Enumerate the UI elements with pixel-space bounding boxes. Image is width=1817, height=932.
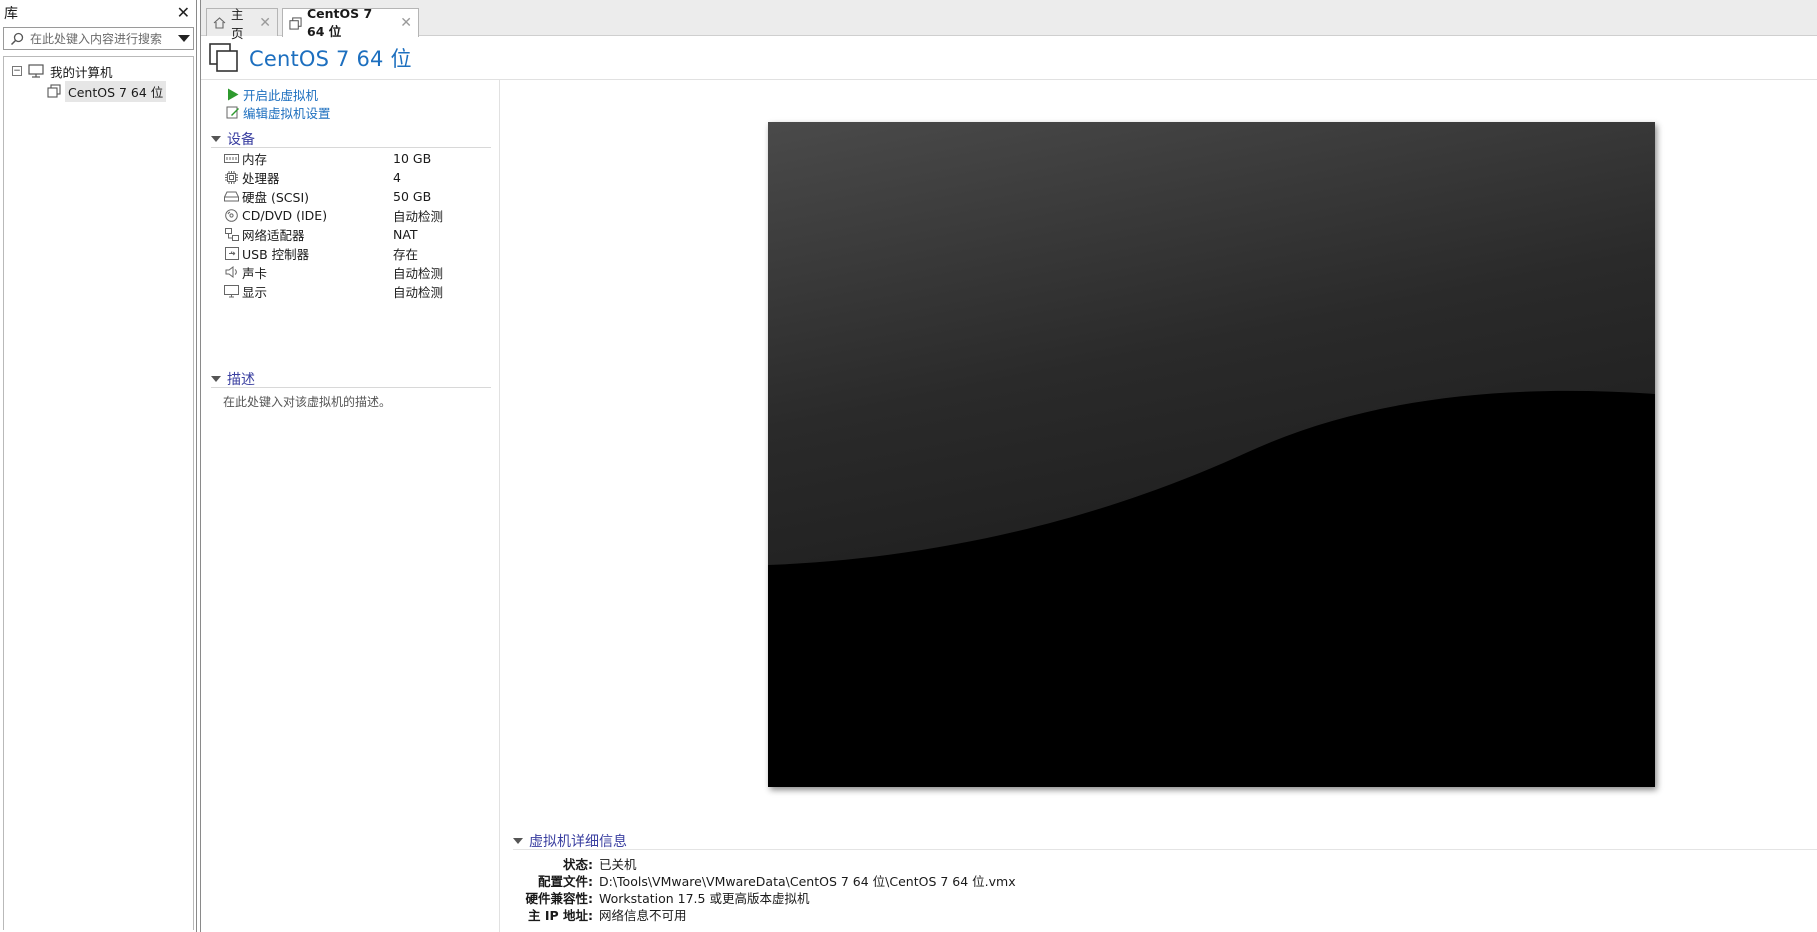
main-area: 主页 ✕ CentOS 7 64 位 ✕ CentOS 7 64 位 开启此虚拟…: [200, 0, 1817, 932]
vm-details-header[interactable]: 虚拟机详细信息: [513, 832, 1817, 850]
device-value: 存在: [393, 246, 419, 262]
library-close-icon[interactable]: ✕: [177, 4, 190, 21]
edit-settings-link[interactable]: 编辑虚拟机设置: [225, 103, 331, 121]
home-icon: [213, 16, 226, 29]
device-name: 硬盘 (SCSI): [242, 189, 310, 205]
library-header: 库 ✕: [0, 0, 196, 25]
power-on-label: 开启此虚拟机: [243, 87, 319, 103]
library-search-input[interactable]: [30, 31, 180, 46]
vm-header: CentOS 7 64 位: [209, 40, 412, 76]
tab-label: 主页: [231, 6, 244, 41]
device-value: NAT: [393, 226, 418, 242]
device-name: 声卡: [242, 265, 268, 281]
description-section-header[interactable]: 描述: [211, 370, 491, 388]
device-name: 显示: [242, 284, 268, 300]
preview-graphic: [768, 122, 1655, 787]
search-dropdown-icon[interactable]: [178, 35, 190, 42]
display-icon: [223, 284, 240, 298]
page-title: CentOS 7 64 位: [249, 47, 412, 71]
device-row-display[interactable]: 显示 自动检测: [223, 281, 483, 301]
edit-settings-icon: [225, 105, 241, 119]
device-value: 50 GB: [393, 188, 432, 204]
play-icon: [225, 88, 241, 101]
tree-item-my-computer[interactable]: − 我的计算机: [4, 61, 193, 81]
tree-item-label: CentOS 7 64 位: [65, 80, 167, 102]
tree-item-centos[interactable]: CentOS 7 64 位: [4, 80, 193, 102]
detail-row-config-file: 配置文件: D:\Tools\VMware\VMwareData\CentOS …: [513, 872, 1016, 889]
device-row-network[interactable]: 网络适配器 NAT: [223, 224, 483, 244]
device-row-cpu[interactable]: 处理器 4: [223, 167, 483, 187]
device-value: 自动检测: [393, 265, 444, 281]
network-icon: [223, 227, 240, 241]
library-title: 库: [4, 5, 18, 22]
device-value: 自动检测: [393, 284, 444, 300]
vm-icon: [47, 84, 61, 98]
description-placeholder[interactable]: 在此处键入对该虚拟机的描述。: [223, 393, 391, 410]
collapse-icon[interactable]: −: [12, 66, 22, 76]
tree-item-label: 我的计算机: [50, 64, 113, 80]
harddisk-icon: [223, 191, 240, 202]
detail-key: 主 IP 地址:: [527, 908, 593, 923]
vm-large-icon: [209, 43, 239, 73]
power-on-link[interactable]: 开启此虚拟机: [225, 85, 318, 103]
detail-row-status: 状态: 已关机: [513, 855, 637, 872]
memory-icon: [223, 153, 240, 164]
device-row-memory[interactable]: 内存 10 GB: [223, 148, 483, 168]
description-header-label: 描述: [227, 371, 255, 388]
device-row-usb[interactable]: USB 控制器 存在: [223, 243, 483, 263]
device-row-sound[interactable]: 声卡 自动检测: [223, 262, 483, 282]
search-icon: [4, 32, 30, 46]
close-icon[interactable]: ✕: [259, 15, 271, 31]
device-name: 内存: [242, 151, 268, 167]
detail-row-ip: 主 IP 地址: 网络信息不可用: [513, 906, 687, 923]
device-row-cd[interactable]: CD/DVD (IDE) 自动检测: [223, 205, 483, 225]
devices-header-label: 设备: [227, 131, 255, 148]
tab-label: CentOS 7 64 位: [307, 6, 373, 39]
collapse-triangle-icon[interactable]: [211, 375, 221, 382]
cd-icon: [223, 208, 240, 222]
detail-row-compatibility: 硬件兼容性: Workstation 17.5 或更高版本虚拟机: [513, 889, 810, 906]
tab-home[interactable]: 主页 ✕: [206, 7, 278, 41]
device-value: 4: [393, 169, 401, 185]
device-name: 处理器: [242, 170, 280, 186]
detail-value: 网络信息不可用: [599, 908, 687, 923]
details-header-label: 虚拟机详细信息: [529, 833, 627, 850]
device-row-harddisk[interactable]: 硬盘 (SCSI) 50 GB: [223, 186, 483, 206]
device-value: 10 GB: [393, 150, 432, 166]
vm-icon: [289, 16, 302, 30]
close-icon[interactable]: ✕: [400, 15, 412, 31]
tab-bar: 主页 ✕ CentOS 7 64 位 ✕: [201, 0, 1817, 41]
device-name: CD/DVD (IDE): [242, 207, 328, 223]
vm-preview-screen[interactable]: [768, 122, 1655, 787]
usb-icon: [223, 246, 240, 260]
library-panel: 库 ✕ − 我的计算机 CentOS 7 64 位: [0, 0, 197, 932]
devices-section-header[interactable]: 设备: [211, 130, 491, 148]
device-name: 网络适配器: [242, 227, 305, 243]
library-tree: − 我的计算机 CentOS 7 64 位: [3, 56, 194, 930]
tab-centos[interactable]: CentOS 7 64 位 ✕: [282, 6, 419, 39]
library-search: [3, 27, 194, 50]
vm-info-column: 开启此虚拟机 编辑虚拟机设置 设备 内存 10 GB 处理器 4 硬盘 (SCS…: [201, 80, 500, 932]
edit-settings-label: 编辑虚拟机设置: [243, 105, 331, 121]
collapse-triangle-icon[interactable]: [211, 135, 221, 142]
sound-icon: [223, 266, 240, 278]
device-name: USB 控制器: [242, 246, 310, 262]
cpu-icon: [223, 170, 240, 184]
device-value: 自动检测: [393, 208, 444, 224]
computer-icon: [28, 64, 44, 78]
collapse-triangle-icon[interactable]: [513, 837, 523, 844]
